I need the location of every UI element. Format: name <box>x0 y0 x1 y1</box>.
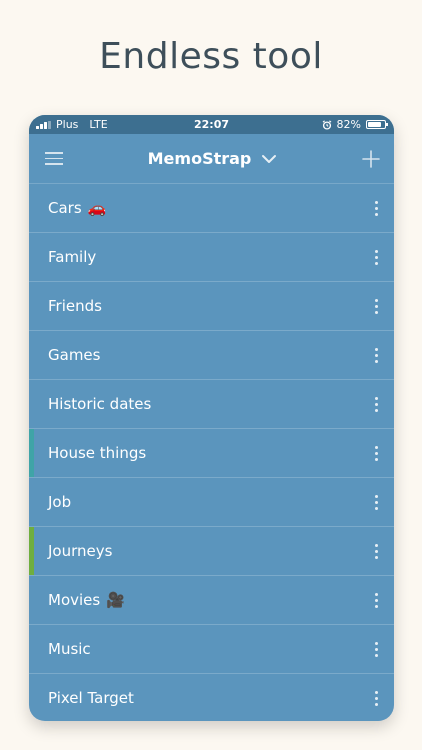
hamburger-icon[interactable] <box>45 152 63 165</box>
alarm-icon <box>322 119 331 130</box>
list-item[interactable]: Family <box>29 233 394 282</box>
more-vertical-icon[interactable] <box>373 197 380 220</box>
list-item-emoji: 🎥 <box>106 591 125 609</box>
plus-icon[interactable] <box>362 149 380 168</box>
more-vertical-icon[interactable] <box>373 246 380 269</box>
nav-bar: MemoStrap <box>29 134 394 184</box>
list-item-label: Job <box>48 493 72 511</box>
color-tag <box>29 429 34 477</box>
status-bar: Plus LTE 22:07 82% <box>29 115 394 134</box>
list-item-label: Games <box>48 346 101 364</box>
list-item[interactable]: Historic dates <box>29 380 394 429</box>
list-item-label: Journeys <box>48 542 113 560</box>
more-vertical-icon[interactable] <box>373 344 380 367</box>
list-item-label-group: Games <box>48 346 100 364</box>
list-item[interactable]: Pixel Target <box>29 674 394 721</box>
list-item-label: House things <box>48 444 147 462</box>
list-item-label: Friends <box>48 297 102 315</box>
list-item[interactable]: Music <box>29 625 394 674</box>
list-item-label-group: Music <box>48 640 91 658</box>
more-vertical-icon[interactable] <box>373 491 380 514</box>
list-item-label: Family <box>48 248 97 266</box>
chevron-down-icon <box>262 154 277 163</box>
more-vertical-icon[interactable] <box>373 442 380 465</box>
list-item[interactable]: Cars 🚗 <box>29 184 394 233</box>
list-item-label-group: Movies 🎥 <box>48 591 125 609</box>
list-item-label-group: Friends <box>48 297 102 315</box>
battery-icon <box>366 120 388 129</box>
list-item[interactable]: Friends <box>29 282 394 331</box>
more-vertical-icon[interactable] <box>373 295 380 318</box>
signal-icon <box>36 120 51 129</box>
network-type: LTE <box>89 118 108 131</box>
list-item-emoji: 🚗 <box>87 199 107 217</box>
battery-level <box>368 122 382 127</box>
list-item-label: Pixel Target <box>48 689 134 707</box>
more-vertical-icon[interactable] <box>373 393 380 416</box>
list-item-label-group: Historic dates <box>48 395 151 413</box>
category-list: Cars 🚗 Family Friends Games Historic dat… <box>29 184 394 721</box>
color-tag <box>29 527 34 575</box>
carrier-name: Plus <box>56 118 79 131</box>
list-item[interactable]: House things <box>29 429 394 478</box>
status-right: 82% <box>322 118 388 131</box>
list-selector[interactable]: MemoStrap <box>148 149 278 168</box>
list-item-label-group: Pixel Target <box>48 689 134 707</box>
list-item-label-group: Family <box>48 248 96 266</box>
app-title: MemoStrap <box>147 149 252 168</box>
more-vertical-icon[interactable] <box>373 540 380 563</box>
list-item-label: Cars <box>48 199 82 217</box>
list-item-label-group: Journeys <box>48 542 112 560</box>
more-vertical-icon[interactable] <box>373 589 380 612</box>
page-headline: Endless tool <box>99 36 323 77</box>
list-item-label: Music <box>48 640 91 658</box>
more-vertical-icon[interactable] <box>373 638 380 661</box>
battery-percent: 82% <box>336 118 361 131</box>
list-item-label: Historic dates <box>48 395 152 413</box>
list-item-label: Movies <box>48 591 101 609</box>
status-left: Plus LTE <box>36 118 108 131</box>
phone-screen: Plus LTE 22:07 82% MemoStrap Cars 🚗 Fami… <box>29 115 394 721</box>
list-item[interactable]: Journeys <box>29 527 394 576</box>
list-item[interactable]: Movies 🎥 <box>29 576 394 625</box>
list-item-label-group: Job <box>48 493 71 511</box>
list-item[interactable]: Games <box>29 331 394 380</box>
list-item-label-group: House things <box>48 444 146 462</box>
list-item[interactable]: Job <box>29 478 394 527</box>
list-item-label-group: Cars 🚗 <box>48 199 106 217</box>
more-vertical-icon[interactable] <box>373 687 380 710</box>
